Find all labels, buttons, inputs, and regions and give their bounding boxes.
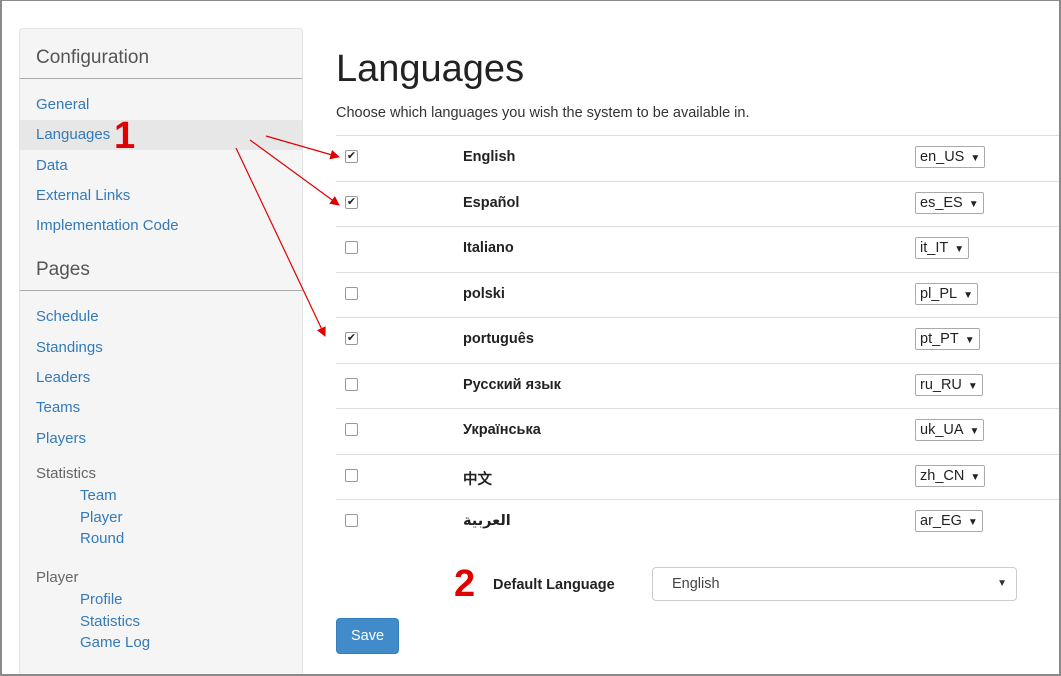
language-name: português bbox=[463, 331, 534, 347]
language-name: Italiano bbox=[463, 240, 514, 256]
sidebar-item-profile[interactable]: Profile bbox=[80, 591, 123, 608]
language-name: English bbox=[463, 149, 516, 165]
language-checkbox[interactable]: ✔ bbox=[345, 195, 358, 209]
configuration-heading: Configuration bbox=[20, 29, 302, 79]
languages-table: ✔ English en_US ▼ ✔ Español es_ES ▼ Italiano it_I… bbox=[336, 135, 1061, 545]
chevron-down-icon: ▼ bbox=[969, 426, 980, 437]
player-group-label: Player bbox=[36, 569, 79, 586]
language-name: 中文 bbox=[463, 471, 492, 488]
language-checkbox[interactable]: ✔ bbox=[345, 150, 358, 163]
checkmark-icon: ✔ bbox=[346, 332, 357, 344]
language-checkbox[interactable] bbox=[345, 468, 358, 482]
locale-select[interactable]: uk_UA ▼ bbox=[915, 419, 985, 441]
default-language-value: English bbox=[672, 576, 720, 592]
sidebar-item-schedule[interactable]: Schedule bbox=[20, 302, 302, 332]
language-name: Українська bbox=[463, 422, 541, 438]
sidebar-item-team-statistics[interactable]: Team bbox=[80, 487, 117, 504]
sidebar-item-general[interactable]: General bbox=[20, 90, 302, 120]
language-name: Русский язык bbox=[463, 376, 561, 393]
locale-select[interactable]: pt_PT ▼ bbox=[915, 328, 980, 350]
locale-value: zh_CN bbox=[920, 467, 965, 484]
sidebar-item-standings[interactable]: Standings bbox=[20, 333, 302, 363]
chevron-down-icon: ▼ bbox=[967, 380, 978, 392]
locale-value: pt_PT bbox=[920, 331, 959, 347]
sidebar-item-player-statistics[interactable]: Player bbox=[80, 509, 123, 526]
default-language-select[interactable]: English ▼ bbox=[652, 567, 1017, 601]
locale-value: it_IT bbox=[920, 240, 949, 256]
locale-select[interactable]: en_US ▼ bbox=[915, 146, 986, 168]
language-row: ✔ English en_US ▼ bbox=[336, 135, 1061, 181]
locale-value: uk_UA bbox=[920, 422, 964, 438]
sidebar-item-implementation-code[interactable]: Implementation Code bbox=[20, 211, 302, 241]
chevron-down-icon: ▼ bbox=[997, 578, 1007, 589]
sidebar-item-game-log[interactable]: Game Log bbox=[80, 634, 150, 651]
locale-select[interactable]: es_ES ▼ bbox=[915, 191, 984, 214]
sidebar-item-teams[interactable]: Teams bbox=[20, 393, 302, 423]
locale-select[interactable]: zh_CN ▼ bbox=[915, 464, 986, 487]
language-name: polski bbox=[463, 285, 505, 302]
language-checkbox[interactable]: ✔ bbox=[345, 332, 358, 345]
save-button[interactable]: Save bbox=[336, 618, 399, 654]
chevron-down-icon: ▼ bbox=[954, 244, 965, 255]
locale-value: es_ES bbox=[920, 194, 963, 211]
page-title: Languages bbox=[336, 48, 525, 90]
language-row: ✔ português pt_PT ▼ bbox=[336, 317, 1061, 363]
language-row: 中文 zh_CN ▼ bbox=[336, 453, 1061, 500]
locale-select[interactable]: it_IT ▼ bbox=[915, 237, 970, 259]
sidebar-item-leaders[interactable]: Leaders bbox=[20, 363, 302, 393]
language-row: Русский язык ru_RU ▼ bbox=[336, 362, 1061, 409]
sidebar-item-languages[interactable]: Languages bbox=[20, 120, 302, 150]
checkmark-icon: ✔ bbox=[346, 150, 357, 162]
pages-heading: Pages bbox=[20, 241, 302, 291]
language-name: Español bbox=[463, 194, 520, 211]
default-language-label: Default Language bbox=[493, 577, 615, 593]
sidebar-item-player-stats[interactable]: Statistics bbox=[80, 613, 140, 630]
locale-select[interactable]: pl_PL ▼ bbox=[915, 282, 978, 305]
language-row: polski pl_PL ▼ bbox=[336, 271, 1061, 318]
sidebar-item-data[interactable]: Data bbox=[20, 151, 302, 181]
checkmark-icon: ✔ bbox=[346, 195, 357, 208]
language-checkbox[interactable] bbox=[345, 423, 358, 436]
annotation-marker-2: 2 bbox=[454, 563, 476, 605]
locale-value: ar_EG bbox=[920, 513, 962, 529]
chevron-down-icon: ▼ bbox=[967, 517, 978, 528]
language-row: Українська uk_UA ▼ bbox=[336, 408, 1061, 454]
locale-value: pl_PL bbox=[920, 285, 958, 302]
language-checkbox[interactable] bbox=[345, 514, 358, 527]
chevron-down-icon: ▼ bbox=[963, 289, 973, 301]
page-subtitle: Choose which languages you wish the syst… bbox=[336, 105, 750, 121]
language-name: العربية bbox=[463, 513, 511, 529]
annotation-marker-1: 1 bbox=[114, 115, 136, 157]
language-row: العربية ar_EG ▼ bbox=[336, 499, 1061, 545]
chevron-down-icon: ▼ bbox=[970, 471, 981, 483]
language-row: Italiano it_IT ▼ bbox=[336, 226, 1061, 272]
chevron-down-icon: ▼ bbox=[970, 153, 981, 164]
language-row: ✔ Español es_ES ▼ bbox=[336, 180, 1061, 227]
locale-select[interactable]: ar_EG ▼ bbox=[915, 510, 983, 532]
language-checkbox[interactable] bbox=[345, 377, 358, 391]
sidebar: Configuration General Languages Data Ext… bbox=[19, 28, 303, 676]
chevron-down-icon: ▼ bbox=[964, 335, 975, 346]
language-checkbox[interactable] bbox=[345, 286, 358, 300]
chevron-down-icon: ▼ bbox=[968, 198, 979, 210]
language-checkbox[interactable] bbox=[345, 241, 358, 254]
sidebar-item-round-statistics[interactable]: Round bbox=[80, 530, 124, 547]
locale-value: en_US bbox=[920, 149, 965, 165]
locale-select[interactable]: ru_RU ▼ bbox=[915, 373, 983, 396]
sidebar-item-external-links[interactable]: External Links bbox=[20, 181, 302, 211]
statistics-group-label: Statistics bbox=[36, 465, 97, 482]
locale-value: ru_RU bbox=[920, 376, 962, 393]
sidebar-item-players[interactable]: Players bbox=[20, 424, 302, 454]
